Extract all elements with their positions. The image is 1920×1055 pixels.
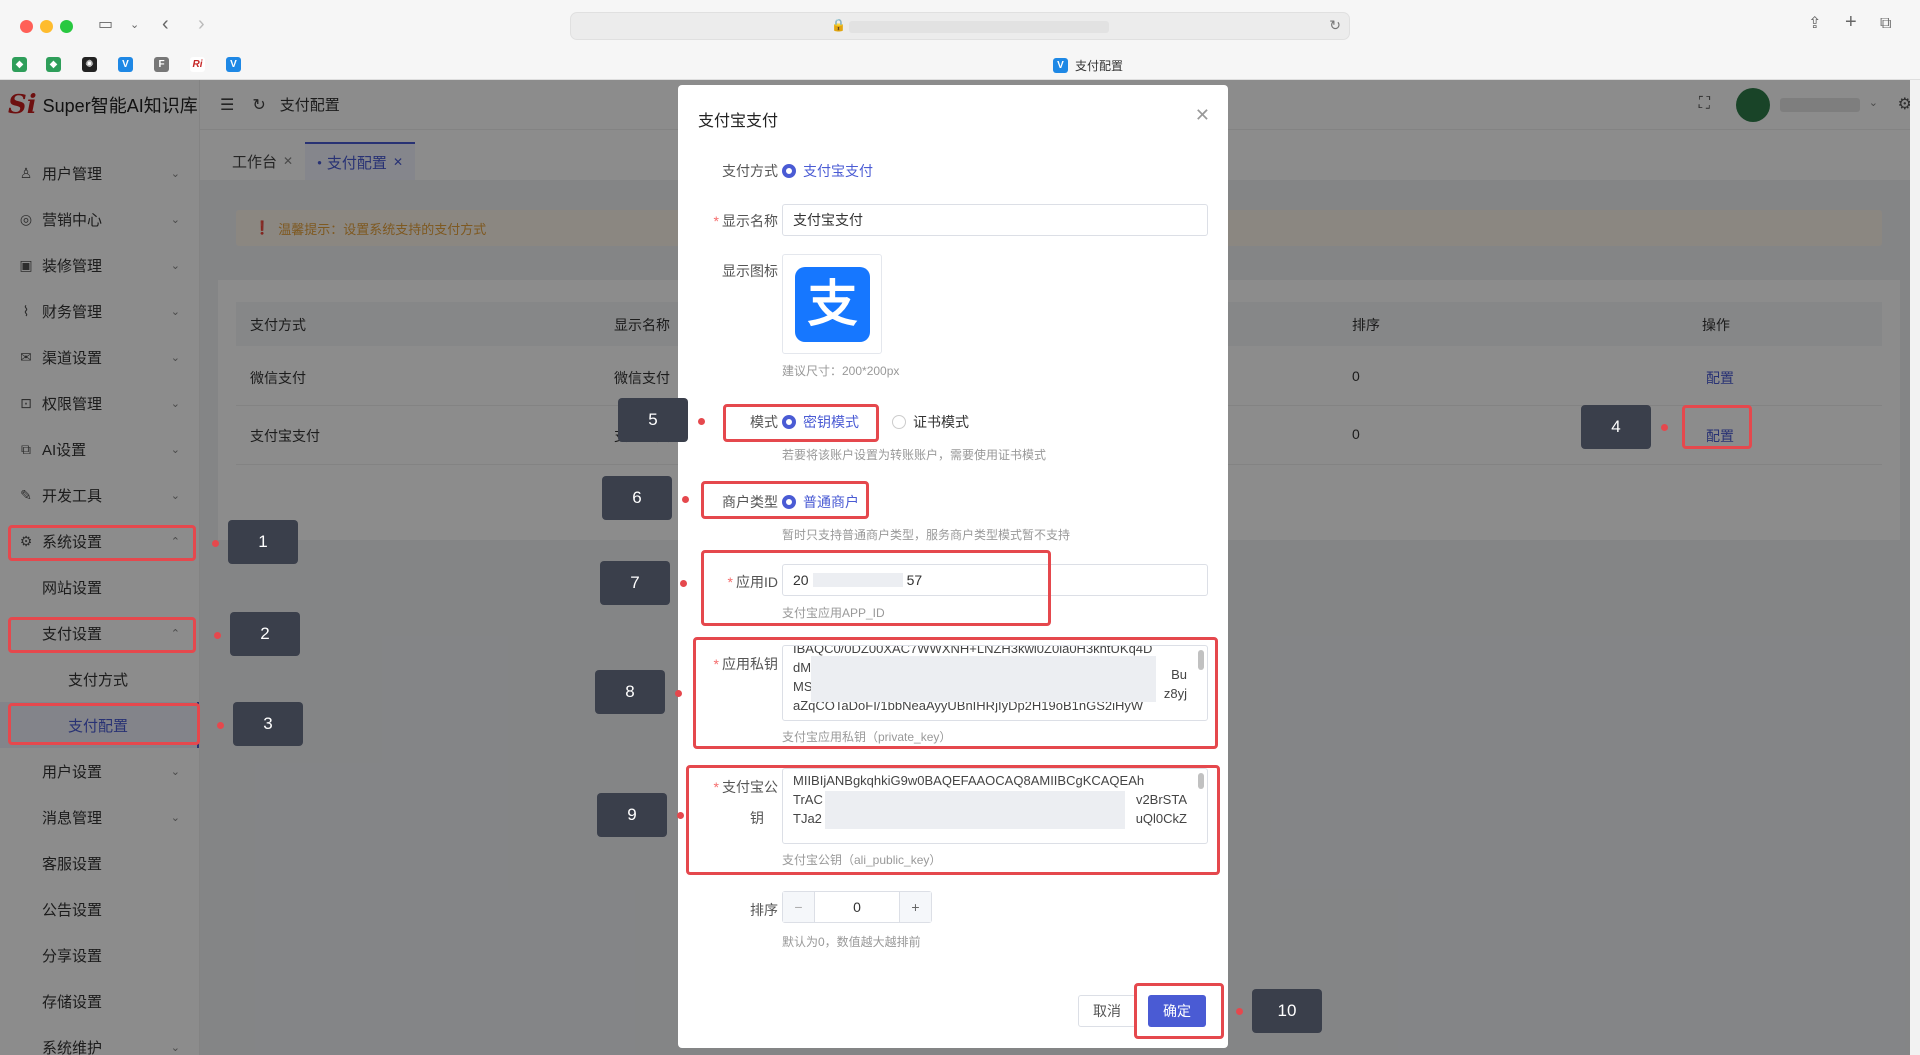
- tab-favicon: V: [1053, 58, 1068, 73]
- back-icon[interactable]: ‹: [162, 14, 169, 34]
- sort-value[interactable]: 0: [815, 892, 899, 922]
- highlight-box: [1134, 983, 1224, 1039]
- highlight-box: [701, 481, 869, 519]
- f-favicon[interactable]: F: [154, 57, 169, 72]
- step-badge-4: 4: [1581, 405, 1651, 449]
- connector-dot: [675, 690, 682, 697]
- step-badge-2: 2: [230, 612, 300, 656]
- input-value: 支付宝支付: [793, 212, 863, 228]
- radio-label: 支付宝支付: [803, 163, 873, 179]
- openai-favicon[interactable]: ✺: [82, 57, 97, 72]
- minimize-window-button[interactable]: [40, 20, 53, 33]
- merchant-hint: 暂时只支持普通商户类型，服务商户类型模式暂不支持: [782, 528, 1071, 542]
- increment-button[interactable]: +: [899, 892, 931, 922]
- radio-unchecked-icon: [892, 415, 906, 429]
- radio-checked-icon: [782, 164, 796, 178]
- cancel-button[interactable]: 取消: [1078, 995, 1136, 1027]
- step-badge-1: 1: [228, 520, 298, 564]
- step-badge-6: 6: [602, 476, 672, 520]
- step-badge-8: 8: [595, 670, 665, 714]
- highlight-box: [8, 703, 200, 745]
- vue-favicon[interactable]: V: [118, 57, 133, 72]
- connector-dot: [214, 632, 221, 639]
- highlight-box: [8, 525, 196, 561]
- new-tab-icon[interactable]: +: [1845, 12, 1857, 32]
- display-name-label: 显示名称: [722, 213, 778, 229]
- connector-dot: [680, 580, 687, 587]
- pay-method-radio[interactable]: 支付宝支付: [782, 161, 873, 181]
- step-badge-3: 3: [233, 702, 303, 746]
- lock-icon: 🔒: [831, 18, 846, 32]
- address-bar[interactable]: 🔒 ↻: [570, 12, 1350, 40]
- sort-hint: 默认为0，数值越大越排前: [782, 935, 921, 949]
- sort-stepper[interactable]: − 0 +: [782, 891, 932, 923]
- mode-hint: 若要将该账户设置为转账账户，需要使用证书模式: [782, 448, 1047, 462]
- alipay-logo-icon: 支: [795, 267, 870, 342]
- connector-dot: [217, 722, 224, 729]
- favorites-bar: ◆ ◆ ✺ V F Ri V: [0, 52, 1920, 78]
- highlight-box: [701, 550, 1051, 626]
- tab-title[interactable]: 支付配置: [1075, 57, 1123, 74]
- sort-label: 排序: [750, 902, 778, 918]
- highlight-box: [723, 404, 879, 442]
- share-icon[interactable]: ⇪: [1808, 14, 1821, 34]
- zoom-window-button[interactable]: [60, 20, 73, 33]
- radio-label: 证书模式: [913, 414, 969, 430]
- mode-radio-cert[interactable]: 证书模式: [892, 412, 969, 432]
- highlight-box: [1682, 405, 1752, 449]
- tabs-overview-icon[interactable]: ⧉: [1880, 14, 1891, 34]
- display-icon-label: 显示图标: [722, 263, 778, 279]
- page-scrollbar[interactable]: [1910, 80, 1920, 1055]
- connector-dot: [677, 812, 684, 819]
- shield-favicon[interactable]: ◆: [12, 57, 27, 72]
- pay-method-label: 支付方式: [722, 163, 778, 179]
- step-badge-9: 9: [597, 793, 667, 837]
- step-badge-7: 7: [600, 561, 670, 605]
- highlight-box: [693, 637, 1218, 749]
- icon-hint: 建议尺寸：200*200px: [782, 364, 900, 378]
- url-text: [849, 21, 1109, 33]
- browser-chrome: ▭ ⌄ ‹ › 🔒 ↻ ⇪ + ⧉ ◆ ◆ ✺ V F Ri V V 支付配置: [0, 0, 1920, 80]
- connector-dot: [1661, 424, 1668, 431]
- connector-dot: [682, 496, 689, 503]
- highlight-box: [686, 765, 1220, 875]
- sidebar-toggle-icon[interactable]: ▭: [98, 15, 113, 35]
- close-window-button[interactable]: [20, 20, 33, 33]
- icon-upload[interactable]: 支: [782, 254, 882, 354]
- shield-favicon[interactable]: ◆: [46, 57, 61, 72]
- connector-dot: [212, 540, 219, 547]
- reload-icon[interactable]: ↻: [1329, 17, 1341, 34]
- display-name-input[interactable]: 支付宝支付: [782, 204, 1208, 236]
- step-badge-5: 5: [618, 398, 688, 442]
- connector-dot: [1236, 1008, 1243, 1015]
- connector-dot: [698, 418, 705, 425]
- step-badge-10: 10: [1252, 989, 1322, 1033]
- chevron-down-icon[interactable]: ⌄: [130, 15, 139, 35]
- dialog-title: 支付宝支付: [698, 113, 779, 130]
- close-icon[interactable]: ✕: [1195, 105, 1210, 126]
- ri-favicon[interactable]: Ri: [190, 57, 205, 72]
- vue-favicon[interactable]: V: [226, 57, 241, 72]
- forward-icon[interactable]: ›: [198, 14, 205, 34]
- decrement-button[interactable]: −: [783, 892, 815, 922]
- highlight-box: [8, 617, 196, 653]
